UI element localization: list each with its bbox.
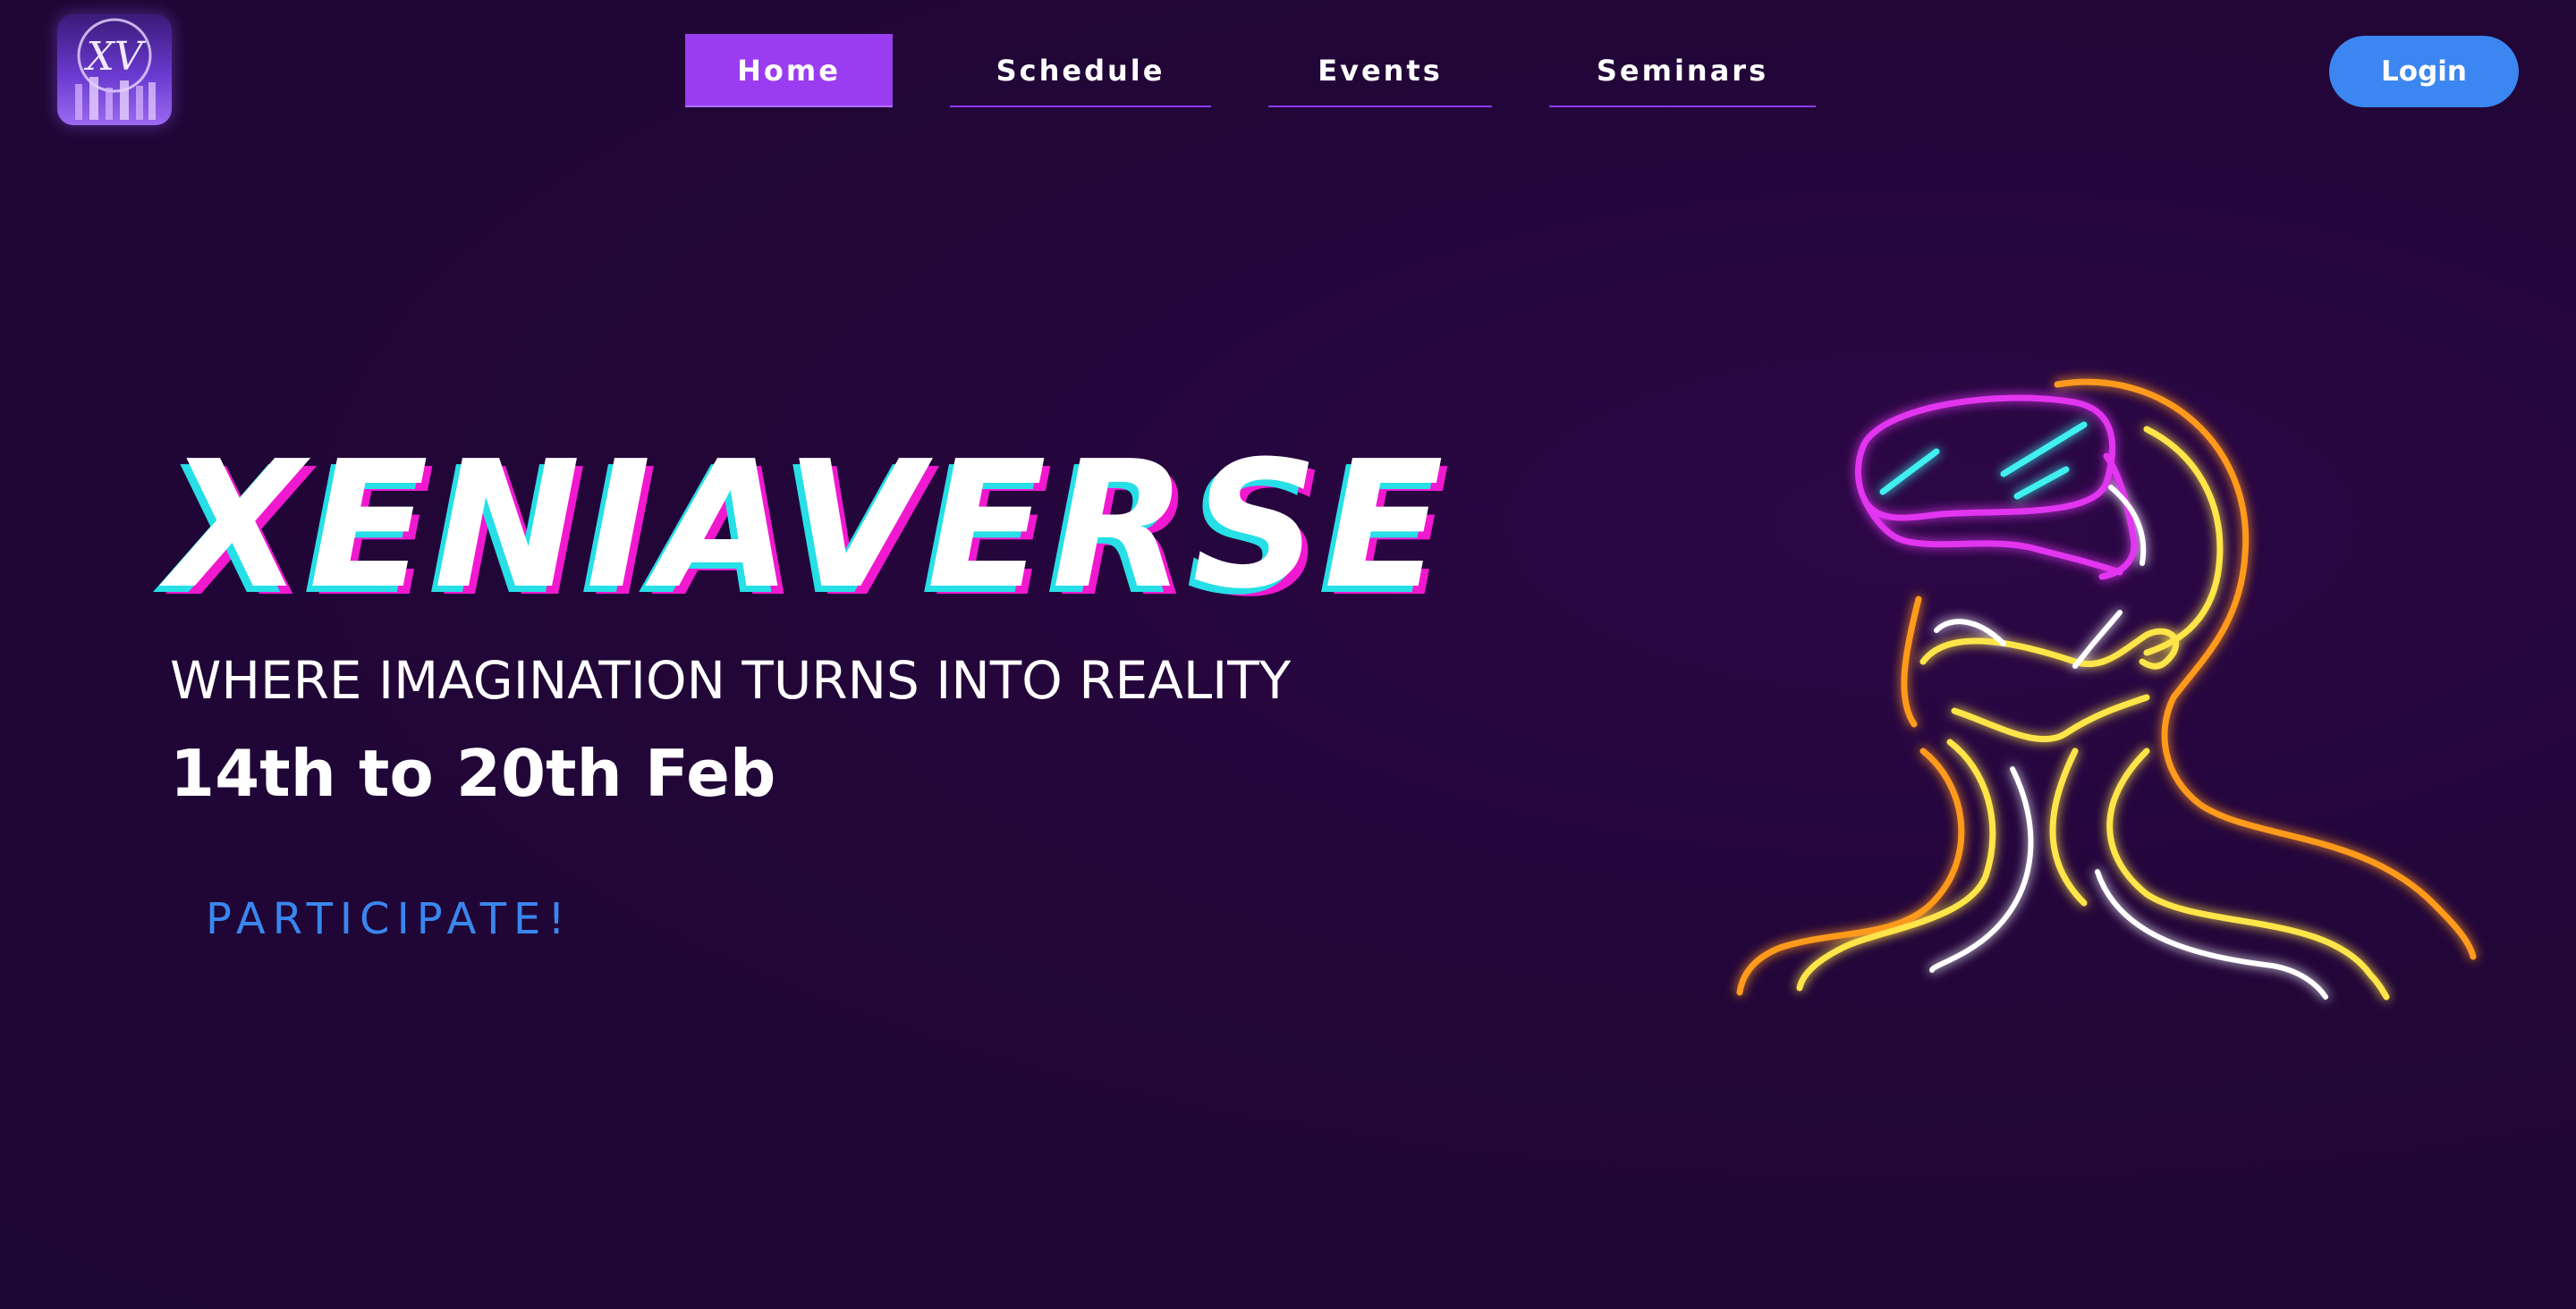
event-dates: 14th to 20th Feb	[170, 736, 776, 811]
neon-vr-head-icon	[1699, 358, 2504, 1073]
nav-home[interactable]: Home	[685, 34, 893, 107]
nav-schedule[interactable]: Schedule	[950, 34, 1211, 107]
nav-seminars[interactable]: Seminars	[1549, 34, 1816, 107]
hero-title: XENIAVERSE	[168, 424, 1449, 628]
hero-tagline: WHERE IMAGINATION TURNS INTO REALITY	[170, 650, 1292, 711]
login-button[interactable]: Login	[2329, 36, 2519, 107]
xv-logo-icon[interactable]: XV	[57, 14, 172, 125]
participate-button[interactable]: PARTICIPATE!	[206, 894, 572, 944]
svg-text:XV: XV	[83, 34, 146, 80]
nav-events[interactable]: Events	[1268, 34, 1492, 107]
